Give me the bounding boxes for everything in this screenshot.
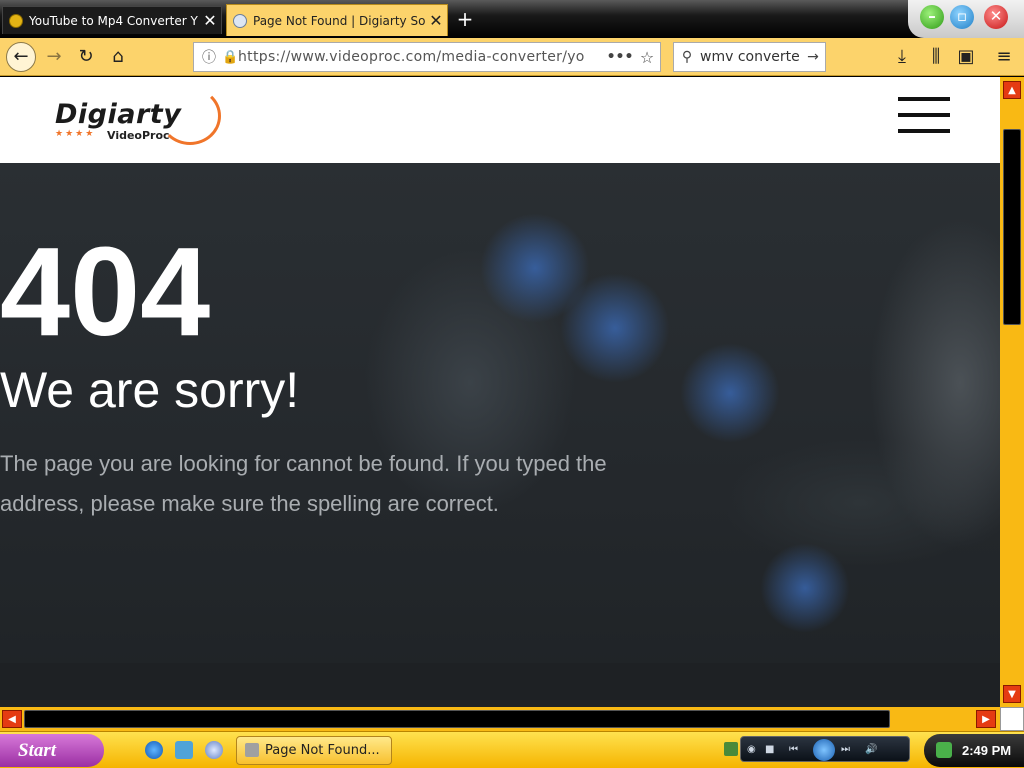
bookmark-star-icon[interactable]: ☆ [634,48,660,67]
logo-subtitle: VideoProc [107,129,170,142]
bokeh-light [680,343,780,443]
search-bar[interactable]: ⚲ wmv converter → [673,42,826,72]
scroll-corner [1000,707,1024,731]
hero-section: 404 We are sorry! The page you are looki… [0,163,1000,707]
site-favicon-icon [233,13,247,28]
horizontal-scrollbar[interactable]: ◀ ▶ [0,707,1000,731]
lock-icon: 🔒 [222,49,239,65]
tab-page-not-found[interactable]: Page Not Found | Digiarty So ✕ [226,4,448,36]
downloads-button[interactable]: ⤓ [888,43,916,71]
tab-title: Page Not Found | Digiarty So [253,13,425,28]
sidebar-toggle-button[interactable]: ▣ [952,43,980,71]
scroll-right-arrow-icon[interactable]: ▶ [976,710,996,728]
minimize-button[interactable]: – [920,5,944,29]
scroll-down-arrow-icon[interactable]: ▼ [1003,685,1021,703]
start-button[interactable]: Start [0,734,104,767]
media-player-icon[interactable] [205,741,223,759]
url-text[interactable]: https://www.videoproc.com/media-converte… [238,49,606,65]
taskbar: Start Page Not Found... ◉ ■ ⏮ ⏭ 🔊 2:49 P… [0,731,1024,768]
taskbar-window-button[interactable]: Page Not Found... [236,736,392,765]
close-tab-icon[interactable]: ✕ [199,11,221,30]
search-go-icon[interactable]: → [801,49,825,65]
library-button[interactable]: ⫼ [922,43,950,71]
site-header: Digiarty ★★★★ VideoProc [0,77,1000,163]
volume-icon[interactable]: 🔊 [865,744,877,756]
tab-youtube-converter[interactable]: YouTube to Mp4 Converter Y ✕ [2,6,222,34]
new-tab-button[interactable]: + [454,7,476,31]
tab-title: YouTube to Mp4 Converter Y [29,13,198,28]
search-input[interactable]: wmv converter [700,49,801,65]
address-bar[interactable]: ⓘ 🔒 https://www.videoproc.com/media-conv… [193,42,661,72]
hero-bottom-band [0,663,1000,707]
bokeh-light [760,543,850,633]
maximize-button[interactable]: ▫ [950,5,974,29]
scroll-left-arrow-icon[interactable]: ◀ [2,710,22,728]
taskbar-window-label: Page Not Found... [265,743,380,758]
back-button[interactable]: ← [6,42,36,72]
window-controls: – ▫ ✕ [908,0,1024,38]
clock[interactable]: 2:49 PM [962,743,1011,758]
forward-button[interactable]: → [40,43,68,71]
hamburger-menu-icon[interactable] [898,97,950,135]
error-message: The page you are looking for cannot be f… [0,451,607,516]
bokeh-light [560,273,670,383]
tab-strip: YouTube to Mp4 Converter Y ✕ Page Not Fo… [0,0,1024,38]
stop-icon[interactable]: ■ [765,744,774,756]
logo-brand: Digiarty [55,99,182,130]
media-player-minibar[interactable]: ◉ ■ ⏮ ⏭ 🔊 [740,736,910,762]
reload-button[interactable]: ↻ [72,43,100,71]
site-logo[interactable]: Digiarty ★★★★ VideoProc [55,87,225,153]
vertical-scrollbar[interactable]: ▲ ▼ [1000,77,1024,707]
tray-app-icon[interactable] [936,742,952,758]
tray-network-icon[interactable] [724,742,738,756]
search-icon: ⚲ [681,49,693,65]
scroll-up-arrow-icon[interactable]: ▲ [1003,81,1021,99]
home-button[interactable]: ⌂ [104,43,132,71]
app-menu-button[interactable]: ≡ [990,43,1018,71]
close-tab-icon[interactable]: ✕ [425,11,447,30]
window-icon [245,743,259,757]
error-code: 404 [0,221,211,362]
folder-icon[interactable] [175,741,193,759]
info-icon[interactable]: ⓘ [202,47,222,67]
vertical-scroll-thumb[interactable] [1003,129,1021,325]
restore-icon[interactable]: ◉ [747,744,756,756]
page-actions-icon[interactable]: ••• [606,49,634,65]
previous-icon[interactable]: ⏮ [789,744,798,756]
play-icon[interactable] [813,739,835,761]
logo-stars: ★★★★ [55,129,96,139]
download-favicon-icon [9,13,23,28]
error-title: We are sorry! [0,362,300,418]
horizontal-scroll-thumb[interactable] [24,710,890,728]
system-tray: 2:49 PM [924,734,1024,767]
close-window-button[interactable]: ✕ [984,5,1008,29]
next-icon[interactable]: ⏭ [841,744,850,756]
page-viewport: Digiarty ★★★★ VideoProc 404 We are sorry… [0,77,1000,707]
internet-explorer-icon[interactable] [145,741,163,759]
